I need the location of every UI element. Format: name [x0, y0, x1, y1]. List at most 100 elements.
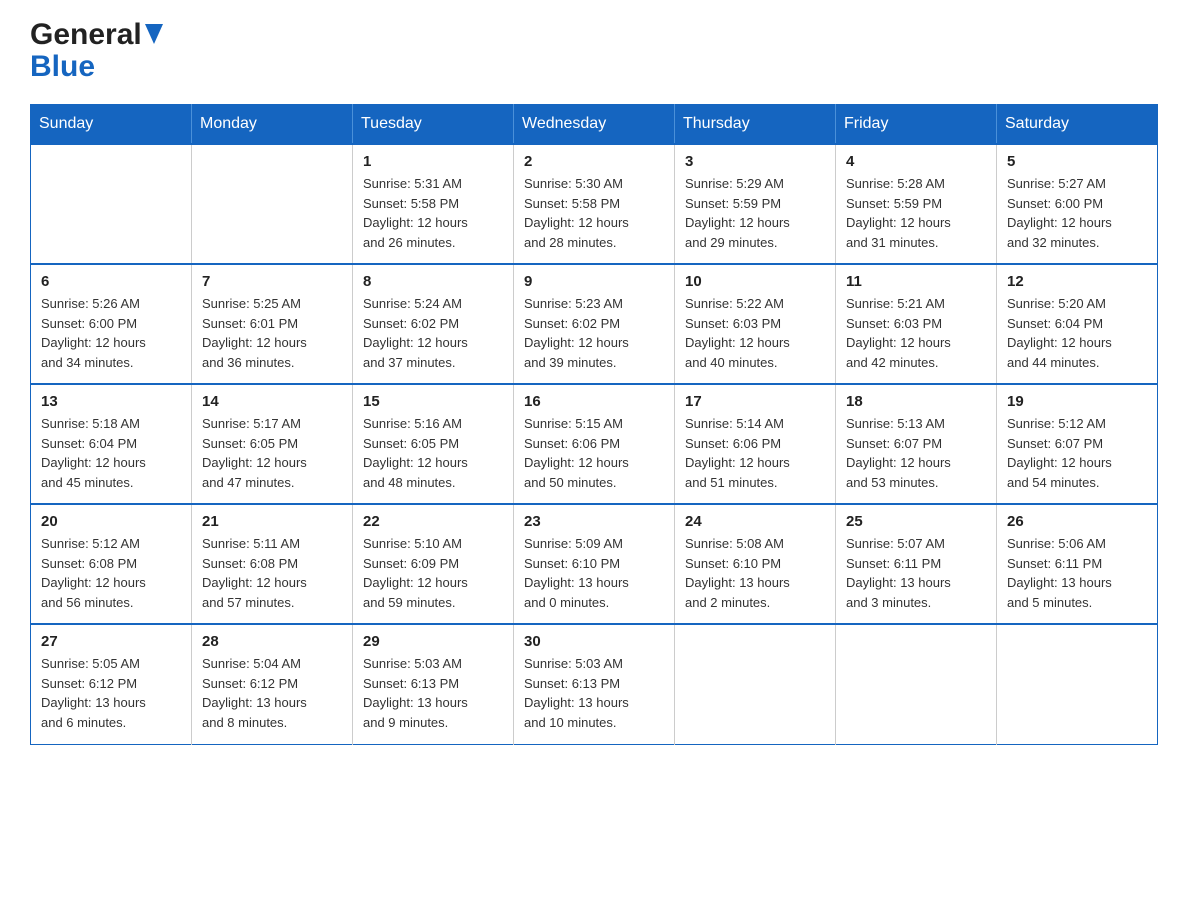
day-number: 14: [202, 393, 342, 410]
day-info: Sunrise: 5:09 AMSunset: 6:10 PMDaylight:…: [524, 534, 664, 612]
day-info: Sunrise: 5:31 AMSunset: 5:58 PMDaylight:…: [363, 174, 503, 252]
calendar-cell: 27Sunrise: 5:05 AMSunset: 6:12 PMDayligh…: [31, 624, 192, 744]
calendar-cell: 1 Sunrise: 5:31 AMSunset: 5:58 PMDaylight…: [353, 144, 514, 264]
day-number: 19: [1007, 393, 1147, 410]
calendar-cell: 15 Sunrise: 5:16 AMSunset: 6:05 PMDayligh…: [353, 384, 514, 504]
calendar-cell: 12 Sunrise: 5:20 AMSunset: 6:04 PMDayligh…: [997, 264, 1158, 384]
logo-blue-text: Blue: [30, 50, 95, 83]
day-info: Sunrise: 5:14 AMSunset: 6:06 PMDaylight:…: [685, 414, 825, 492]
day-number: 21: [202, 513, 342, 530]
day-info: Sunrise: 5:17 AMSunset: 6:05 PMDaylight:…: [202, 414, 342, 492]
calendar-cell: 8Sunrise: 5:24 AMSunset: 6:02 PMDaylight…: [353, 264, 514, 384]
day-number: 12: [1007, 273, 1147, 290]
day-info: Sunrise: 5:07 AMSunset: 6:11 PMDaylight:…: [846, 534, 986, 612]
calendar-cell: 13Sunrise: 5:18 AMSunset: 6:04 PMDayligh…: [31, 384, 192, 504]
calendar-cell: 21Sunrise: 5:11 AMSunset: 6:08 PMDayligh…: [192, 504, 353, 624]
day-info: Sunrise: 5:04 AMSunset: 6:12 PMDaylight:…: [202, 654, 342, 732]
calendar-cell: 30 Sunrise: 5:03 AMSunset: 6:13 PMDayligh…: [514, 624, 675, 744]
day-info: Sunrise: 5:06 AMSunset: 6:11 PMDaylight:…: [1007, 534, 1147, 612]
week-row-2: 6 Sunrise: 5:26 AMSunset: 6:00 PMDaylight…: [31, 264, 1158, 384]
day-number: 1: [363, 153, 503, 170]
day-number: 7: [202, 273, 342, 290]
logo: General Blue: [30, 20, 163, 84]
calendar-cell: [31, 144, 192, 264]
week-row-4: 20 Sunrise: 5:12 AMSunset: 6:08 PMDayligh…: [31, 504, 1158, 624]
day-number: 17: [685, 393, 825, 410]
day-info: Sunrise: 5:22 AMSunset: 6:03 PMDaylight:…: [685, 294, 825, 372]
day-number: 26: [1007, 513, 1147, 530]
calendar-cell: 10 Sunrise: 5:22 AMSunset: 6:03 PMDayligh…: [675, 264, 836, 384]
calendar-cell: [997, 624, 1158, 744]
calendar-cell: 16 Sunrise: 5:15 AMSunset: 6:06 PMDayligh…: [514, 384, 675, 504]
week-row-1: 1 Sunrise: 5:31 AMSunset: 5:58 PMDaylight…: [31, 144, 1158, 264]
calendar-cell: 20 Sunrise: 5:12 AMSunset: 6:08 PMDayligh…: [31, 504, 192, 624]
calendar-cell: 4Sunrise: 5:28 AMSunset: 5:59 PMDaylight…: [836, 144, 997, 264]
logo-blue: Blue: [30, 50, 95, 84]
day-info: Sunrise: 5:29 AMSunset: 5:59 PMDaylight:…: [685, 174, 825, 252]
day-number: 15: [363, 393, 503, 410]
day-number: 30: [524, 633, 664, 650]
day-number: 2: [524, 153, 664, 170]
day-info: Sunrise: 5:03 AMSunset: 6:13 PMDaylight:…: [363, 654, 503, 732]
day-number: 22: [363, 513, 503, 530]
day-info: Sunrise: 5:08 AMSunset: 6:10 PMDaylight:…: [685, 534, 825, 612]
day-info: Sunrise: 5:13 AMSunset: 6:07 PMDaylight:…: [846, 414, 986, 492]
day-number: 20: [41, 513, 181, 530]
calendar-body: 1 Sunrise: 5:31 AMSunset: 5:58 PMDaylight…: [31, 144, 1158, 744]
day-number: 25: [846, 513, 986, 530]
day-info: Sunrise: 5:12 AMSunset: 6:07 PMDaylight:…: [1007, 414, 1147, 492]
header-tuesday: Tuesday: [353, 105, 514, 145]
page-header: General Blue: [30, 20, 1158, 84]
header-sunday: Sunday: [31, 105, 192, 145]
day-info: Sunrise: 5:15 AMSunset: 6:06 PMDaylight:…: [524, 414, 664, 492]
calendar-cell: 5Sunrise: 5:27 AMSunset: 6:00 PMDaylight…: [997, 144, 1158, 264]
day-info: Sunrise: 5:16 AMSunset: 6:05 PMDaylight:…: [363, 414, 503, 492]
calendar-cell: 19 Sunrise: 5:12 AMSunset: 6:07 PMDayligh…: [997, 384, 1158, 504]
calendar-table: SundayMondayTuesdayWednesdayThursdayFrid…: [30, 104, 1158, 745]
logo-arrow-icon: [145, 24, 163, 48]
calendar-cell: 17 Sunrise: 5:14 AMSunset: 6:06 PMDayligh…: [675, 384, 836, 504]
day-info: Sunrise: 5:30 AMSunset: 5:58 PMDaylight:…: [524, 174, 664, 252]
day-info: Sunrise: 5:26 AMSunset: 6:00 PMDaylight:…: [41, 294, 181, 372]
day-number: 3: [685, 153, 825, 170]
day-number: 11: [846, 273, 986, 290]
day-info: Sunrise: 5:20 AMSunset: 6:04 PMDaylight:…: [1007, 294, 1147, 372]
day-number: 18: [846, 393, 986, 410]
calendar-cell: 23 Sunrise: 5:09 AMSunset: 6:10 PMDayligh…: [514, 504, 675, 624]
day-info: Sunrise: 5:23 AMSunset: 6:02 PMDaylight:…: [524, 294, 664, 372]
day-number: 28: [202, 633, 342, 650]
calendar-cell: 24 Sunrise: 5:08 AMSunset: 6:10 PMDayligh…: [675, 504, 836, 624]
day-info: Sunrise: 5:03 AMSunset: 6:13 PMDaylight:…: [524, 654, 664, 732]
day-info: Sunrise: 5:25 AMSunset: 6:01 PMDaylight:…: [202, 294, 342, 372]
week-row-3: 13Sunrise: 5:18 AMSunset: 6:04 PMDayligh…: [31, 384, 1158, 504]
day-info: Sunrise: 5:05 AMSunset: 6:12 PMDaylight:…: [41, 654, 181, 732]
calendar-cell: [836, 624, 997, 744]
week-row-5: 27Sunrise: 5:05 AMSunset: 6:12 PMDayligh…: [31, 624, 1158, 744]
calendar-cell: 25 Sunrise: 5:07 AMSunset: 6:11 PMDayligh…: [836, 504, 997, 624]
day-info: Sunrise: 5:12 AMSunset: 6:08 PMDaylight:…: [41, 534, 181, 612]
day-info: Sunrise: 5:21 AMSunset: 6:03 PMDaylight:…: [846, 294, 986, 372]
calendar-cell: 2 Sunrise: 5:30 AMSunset: 5:58 PMDaylight…: [514, 144, 675, 264]
header-wednesday: Wednesday: [514, 105, 675, 145]
calendar-cell: 6 Sunrise: 5:26 AMSunset: 6:00 PMDaylight…: [31, 264, 192, 384]
calendar-cell: 3 Sunrise: 5:29 AMSunset: 5:59 PMDaylight…: [675, 144, 836, 264]
header-saturday: Saturday: [997, 105, 1158, 145]
day-number: 8: [363, 273, 503, 290]
day-number: 23: [524, 513, 664, 530]
day-number: 24: [685, 513, 825, 530]
calendar-header: SundayMondayTuesdayWednesdayThursdayFrid…: [31, 105, 1158, 145]
day-number: 10: [685, 273, 825, 290]
day-info: Sunrise: 5:18 AMSunset: 6:04 PMDaylight:…: [41, 414, 181, 492]
calendar-cell: 11 Sunrise: 5:21 AMSunset: 6:03 PMDayligh…: [836, 264, 997, 384]
calendar-cell: 7 Sunrise: 5:25 AMSunset: 6:01 PMDaylight…: [192, 264, 353, 384]
calendar-cell: 29 Sunrise: 5:03 AMSunset: 6:13 PMDayligh…: [353, 624, 514, 744]
day-number: 4: [846, 153, 986, 170]
day-number: 6: [41, 273, 181, 290]
day-number: 16: [524, 393, 664, 410]
calendar-cell: 18 Sunrise: 5:13 AMSunset: 6:07 PMDayligh…: [836, 384, 997, 504]
calendar-cell: 14 Sunrise: 5:17 AMSunset: 6:05 PMDayligh…: [192, 384, 353, 504]
header-monday: Monday: [192, 105, 353, 145]
calendar-cell: 26 Sunrise: 5:06 AMSunset: 6:11 PMDayligh…: [997, 504, 1158, 624]
header-friday: Friday: [836, 105, 997, 145]
day-number: 29: [363, 633, 503, 650]
